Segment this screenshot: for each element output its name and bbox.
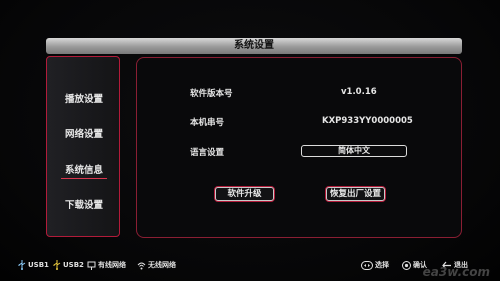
wired-network-status: 有线网络 bbox=[87, 259, 126, 271]
sidebar-item-system-info[interactable]: 系统信息 bbox=[51, 162, 117, 179]
language-label: 语言设置 bbox=[190, 148, 225, 158]
ok-icon bbox=[402, 260, 411, 270]
sidebar-item-network[interactable]: 网络设置 bbox=[51, 126, 117, 140]
serial-label: 本机串号 bbox=[190, 118, 225, 128]
wireless-network-status: 无线网络 bbox=[137, 259, 176, 271]
sidebar-item-download[interactable]: 下载设置 bbox=[51, 197, 117, 211]
usb1-status: USB1 bbox=[18, 259, 49, 271]
usb2-status: USB2 bbox=[53, 259, 84, 271]
wireless-network-icon bbox=[137, 262, 146, 269]
wired-network-icon bbox=[87, 261, 96, 270]
software-version-value: v1.0.16 bbox=[341, 87, 377, 97]
usb-icon bbox=[53, 260, 61, 270]
sidebar: 播放设置 网络设置 系统信息 下载设置 bbox=[46, 56, 120, 237]
window-title: 系统设置 bbox=[46, 38, 462, 54]
navigate-icon bbox=[361, 260, 373, 270]
software-upgrade-button[interactable]: 软件升级 bbox=[215, 187, 274, 201]
system-info-panel bbox=[136, 57, 462, 238]
usb-icon bbox=[18, 260, 26, 270]
select-hint: 选择 bbox=[361, 259, 389, 271]
sidebar-item-playback[interactable]: 播放设置 bbox=[51, 91, 117, 105]
language-select[interactable]: 简体中文 bbox=[301, 145, 407, 157]
watermark: ea3w.com bbox=[422, 265, 490, 279]
factory-reset-button[interactable]: 恢复出厂设置 bbox=[326, 187, 385, 201]
serial-value: KXP933YY0000005 bbox=[322, 116, 413, 126]
software-version-label: 软件版本号 bbox=[190, 89, 233, 99]
